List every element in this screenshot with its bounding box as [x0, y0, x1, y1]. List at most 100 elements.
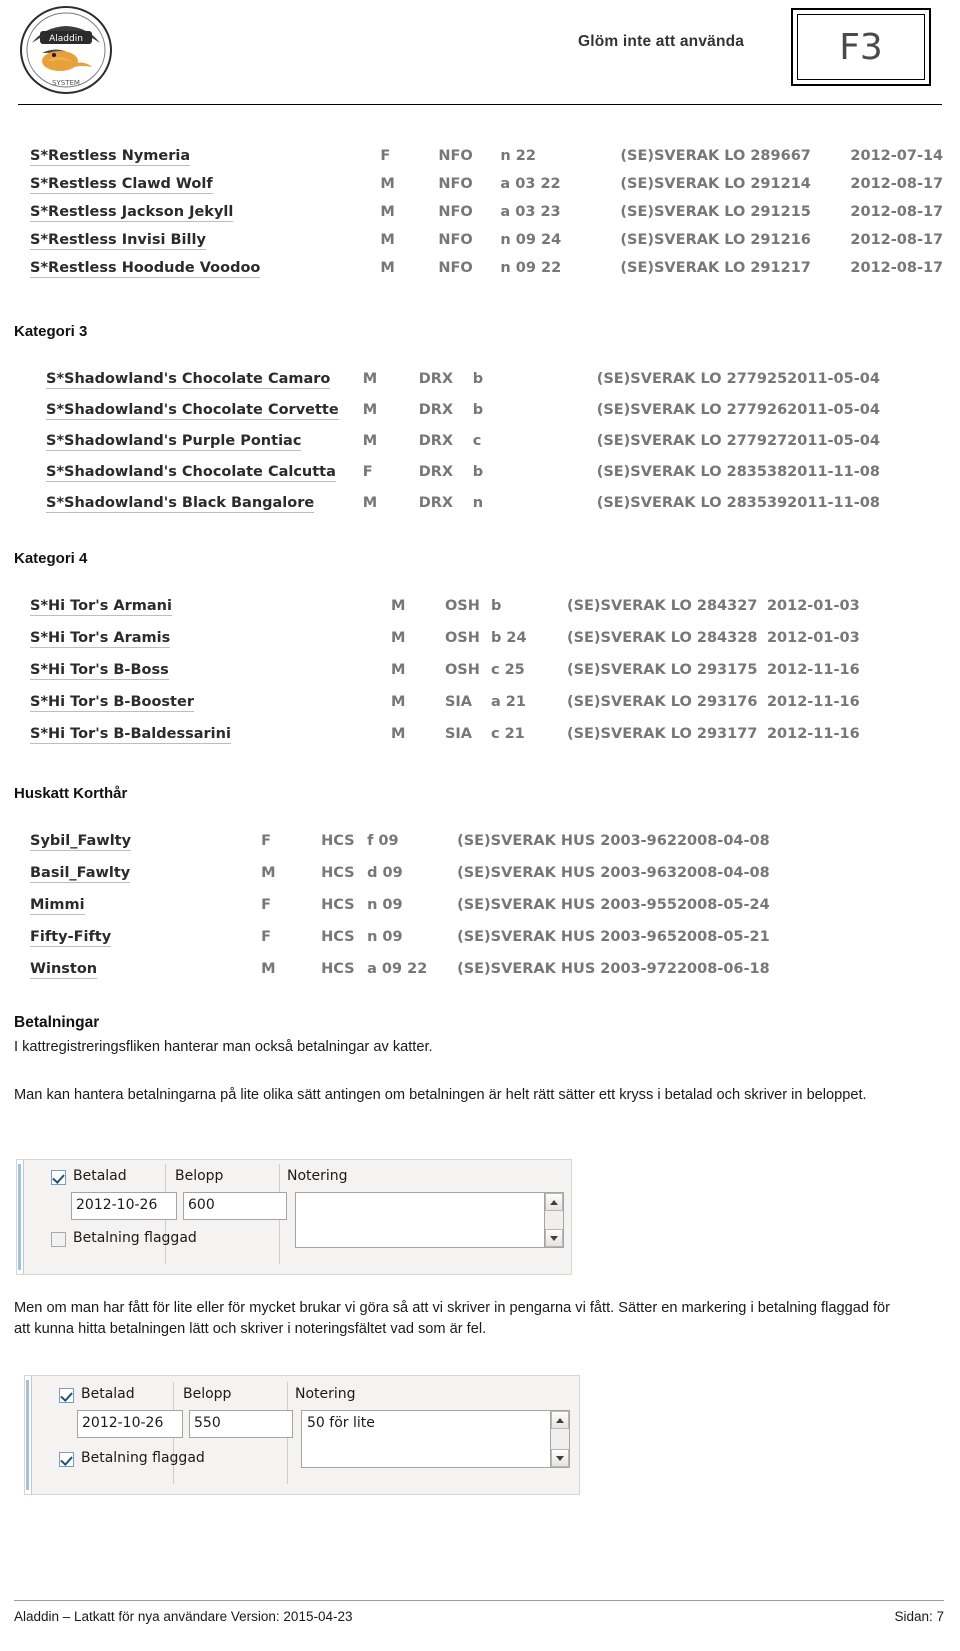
cell-name: S*Restless Hoodude Voodoo	[30, 260, 261, 278]
cell-code: b	[472, 464, 484, 480]
cell-sex: F	[261, 833, 271, 849]
section-title-kategori-4: Kategori 4	[14, 550, 88, 567]
cell-breed: NFO	[438, 260, 473, 276]
cell-code: f 09	[367, 833, 399, 849]
cell-code: n 22	[500, 148, 536, 164]
cell-code: a 03 22	[500, 176, 561, 192]
betalad-date-field-2[interactable]: 2012-10-26	[77, 1410, 183, 1438]
notering-scrollbar-2[interactable]	[551, 1410, 570, 1468]
cell-code: b	[472, 402, 484, 418]
cell-date: 2011-05-04	[787, 433, 880, 449]
cat-list-huskatt: Sybil_Fawlty F HCS f 09 (SE)SVERAK HUS 2…	[30, 831, 770, 991]
betalad-date-field-1[interactable]: 2012-10-26	[71, 1192, 177, 1220]
cell-name: S*Hi Tor's B-Boss	[30, 662, 169, 680]
scroll-down-icon-1[interactable]	[545, 1229, 563, 1247]
table-huskatt: Sybil_Fawlty F HCS f 09 (SE)SVERAK HUS 2…	[30, 831, 770, 991]
section-title-huskatt-korthar: Huskatt Korthår	[14, 785, 128, 802]
cell-date: 2012-07-14	[850, 148, 944, 164]
page-header: Aladdin SYSTEM Glöm inte att använda F3	[18, 0, 942, 105]
cell-reg: (SE)SVERAK LO 277927	[596, 433, 788, 449]
cell-breed: NFO	[438, 232, 473, 248]
cell-code: n 09 22	[500, 260, 562, 276]
cell-breed: NFO	[438, 204, 473, 220]
cell-code: n	[472, 495, 484, 511]
notering-field-1[interactable]	[295, 1192, 545, 1248]
cell-sex: M	[380, 260, 395, 276]
notering-label-1: Notering	[287, 1168, 348, 1184]
cell-breed: OSH	[444, 662, 480, 678]
cell-date: 2011-11-08	[787, 495, 880, 511]
cell-sex: M	[380, 204, 395, 220]
betalad-label-1: Betalad	[73, 1168, 127, 1184]
belopp-field-2[interactable]: 550	[189, 1410, 293, 1438]
cell-breed: DRX	[418, 371, 454, 387]
cell-code: b	[490, 598, 502, 614]
table-top-list: S*Restless Nymeria F NFO n 22 (SE)SVERAK…	[30, 146, 943, 286]
table-row: S*Hi Tor's B-Boss M OSH c 25 (SE)SVERAK …	[30, 660, 860, 692]
cell-sex: M	[390, 662, 406, 678]
betalad-label-2: Betalad	[81, 1386, 135, 1402]
cell-breed: OSH	[444, 630, 480, 646]
cell-breed: DRX	[418, 433, 454, 449]
paragraph-flagging: Men om man har fått för lite eller för m…	[14, 1300, 891, 1338]
cell-name: S*Hi Tor's Armani	[30, 598, 172, 616]
cell-sex: M	[380, 232, 395, 248]
cat-list-top: S*Restless Nymeria F NFO n 22 (SE)SVERAK…	[30, 146, 943, 286]
payment-panel-screenshot-2: Betalad Belopp Notering 2012-10-26 550 5…	[24, 1375, 580, 1495]
betalning-flaggad-checkbox-2[interactable]	[59, 1452, 74, 1467]
cell-date: 2012-01-03	[766, 598, 860, 614]
table-row: S*Restless Jackson Jekyll M NFO a 03 23 …	[30, 202, 943, 230]
cell-code: n 09	[367, 897, 403, 913]
betalad-checkbox-2[interactable]	[59, 1388, 74, 1403]
document-page: Aladdin SYSTEM Glöm inte att använda F3 …	[0, 0, 960, 1651]
cell-date: 2008-04-08	[676, 833, 770, 849]
cell-reg: (SE)SVERAK LO 284327	[566, 598, 758, 614]
cell-code: a 09 22	[367, 961, 428, 977]
cell-sex: M	[362, 371, 378, 387]
betalning-flaggad-checkbox-1[interactable]	[51, 1232, 66, 1247]
cell-code: b 24	[490, 630, 527, 646]
table-row: Mimmi F HCS n 09 (SE)SVERAK HUS 2003-955…	[30, 895, 770, 927]
notering-field-2[interactable]: 50 för lite	[301, 1410, 551, 1468]
cell-name: S*Hi Tor's B-Baldessarini	[30, 726, 231, 744]
cell-date: 2011-05-04	[787, 402, 880, 418]
cell-name: S*Restless Jackson Jekyll	[30, 204, 234, 222]
cell-date: 2011-11-08	[787, 464, 880, 480]
paragraph-handling: Man kan hantera betalningarna på lite ol…	[14, 1087, 867, 1103]
svg-text:Aladdin: Aladdin	[49, 34, 83, 44]
cell-date: 2012-08-17	[850, 176, 944, 192]
belopp-field-1[interactable]: 600	[183, 1192, 287, 1220]
cell-date: 2012-01-03	[766, 630, 860, 646]
aladdin-logo-icon: Aladdin SYSTEM	[18, 5, 114, 95]
cell-date: 2011-05-04	[787, 371, 880, 387]
cell-breed: DRX	[418, 495, 454, 511]
table-row: S*Shadowland's Chocolate Calcutta F DRX …	[46, 462, 880, 493]
cell-reg: (SE)SVERAK LO 277926	[596, 402, 788, 418]
cell-name: S*Shadowland's Black Bangalore	[46, 495, 315, 513]
table-row: S*Shadowland's Purple Pontiac M DRX c (S…	[46, 431, 880, 462]
cell-sex: M	[390, 694, 406, 710]
scroll-up-icon-2[interactable]	[551, 1411, 569, 1429]
cell-code: a 21	[490, 694, 526, 710]
cell-code: d 09	[367, 865, 403, 881]
cell-name: S*Hi Tor's B-Booster	[30, 694, 194, 712]
notering-scrollbar-1[interactable]	[545, 1192, 564, 1248]
cell-name: S*Shadowland's Purple Pontiac	[46, 433, 302, 451]
f3-key-graphic: F3	[791, 8, 931, 86]
table-row: Sybil_Fawlty F HCS f 09 (SE)SVERAK HUS 2…	[30, 831, 770, 863]
cell-breed: DRX	[418, 464, 454, 480]
table-row: S*Hi Tor's B-Baldessarini M SIA c 21 (SE…	[30, 724, 860, 756]
cell-date: 2012-11-16	[766, 662, 860, 678]
scroll-down-icon-2[interactable]	[551, 1449, 569, 1467]
cell-name: Mimmi	[30, 897, 85, 915]
cell-name: Winston	[30, 961, 98, 979]
cell-code: b	[472, 371, 484, 387]
cell-reg: (SE)SVERAK LO 289667	[620, 148, 811, 164]
cell-date: 2012-11-16	[766, 694, 860, 710]
table-row: S*Shadowland's Black Bangalore M DRX n (…	[46, 493, 880, 524]
betalning-flaggad-label-2: Betalning flaggad	[81, 1450, 205, 1466]
panel-left-accent-bar	[17, 1160, 24, 1274]
scroll-up-icon-1[interactable]	[545, 1193, 563, 1211]
betalad-checkbox-1[interactable]	[51, 1170, 66, 1185]
cell-date: 2008-04-08	[676, 865, 770, 881]
